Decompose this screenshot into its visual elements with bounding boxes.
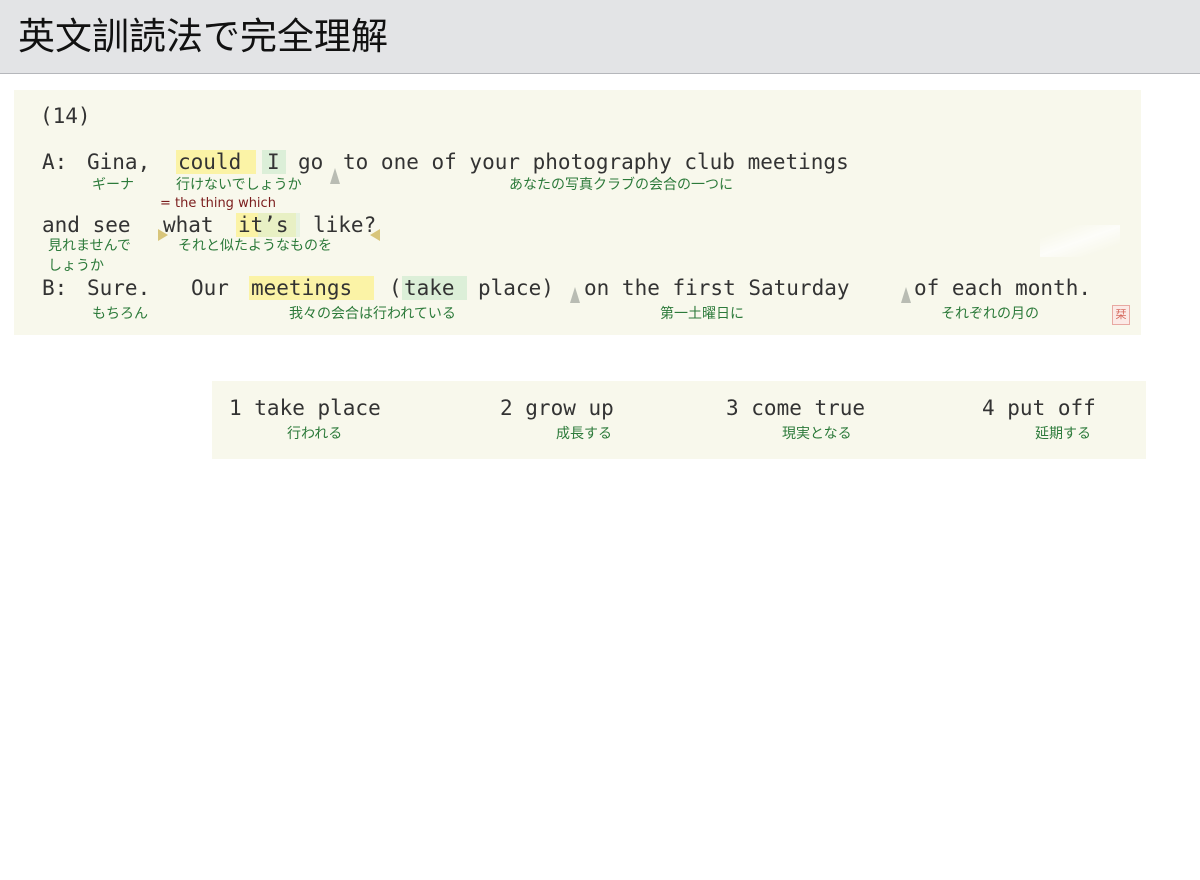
word-place: place) — [478, 276, 554, 300]
word-go: go — [298, 150, 324, 174]
speaker-b: B: — [42, 276, 68, 300]
choice-meaning-2: 成長する — [556, 426, 612, 442]
phrase-to-meetings: to one of your photography club meetings — [343, 150, 849, 174]
bracket-end-marker — [370, 229, 380, 241]
phrase-and-see: and see — [42, 213, 131, 237]
word-meetings: meetings — [251, 276, 353, 300]
speaker-a: A: — [42, 150, 68, 174]
choice-meaning-3: 現実となる — [782, 426, 852, 442]
phrase-of-each-month: of each month. — [914, 276, 1092, 300]
word-what: what — [163, 213, 214, 237]
gloss-and-see-2: しょうか — [48, 258, 104, 274]
word-take: take — [404, 276, 455, 300]
word-our: Our — [191, 276, 229, 300]
page-title: 英文訓読法で完全理解 — [18, 15, 388, 58]
gloss-and-see-1: 見れませんで — [48, 238, 131, 254]
choice-term-2: 2 grow up — [500, 396, 614, 420]
gloss-sure: もちろん — [92, 306, 148, 322]
panel-shading — [1040, 225, 1120, 257]
break-marker — [901, 287, 911, 303]
word-like: like? — [313, 213, 377, 237]
word-could: could — [178, 150, 242, 174]
word-gina: Gina, — [87, 150, 151, 174]
gloss-each-month: それぞれの月の — [941, 306, 1039, 322]
word-sure: Sure. — [87, 276, 151, 300]
word-i: I — [267, 150, 280, 174]
gloss-could-i-go: 行けないでしょうか — [176, 177, 302, 193]
break-marker — [330, 168, 340, 184]
note-what: = the thing which — [160, 196, 276, 211]
choice-term-4: 4 put off — [982, 396, 1096, 420]
exercise-number: (14) — [40, 104, 91, 128]
bracket-start-marker — [158, 229, 168, 241]
seal-stamp: 栞 — [1112, 305, 1130, 325]
choice-meaning-1: 行われる — [287, 426, 343, 442]
page-header: 英文訓読法で完全理解 — [0, 0, 1200, 74]
word-it-s: it’s — [238, 213, 289, 237]
choice-term-3: 3 come true — [726, 396, 866, 420]
paren-open: ( — [389, 276, 402, 300]
gloss-what-it-s-like: それと似たようなものを — [178, 238, 332, 254]
break-marker — [570, 287, 580, 303]
choice-meaning-4: 延期する — [1035, 426, 1091, 442]
gloss-gina: ギーナ — [92, 177, 134, 193]
gloss-first-saturday: 第一土曜日に — [660, 306, 744, 322]
gloss-meetings: あなたの写真クラブの会合の一つに — [509, 177, 733, 193]
gloss-our-meetings: 我々の会合は行われている — [289, 306, 456, 322]
phrase-on-saturday: on the first Saturday — [584, 276, 850, 300]
choice-term-1: 1 take place — [229, 396, 381, 420]
